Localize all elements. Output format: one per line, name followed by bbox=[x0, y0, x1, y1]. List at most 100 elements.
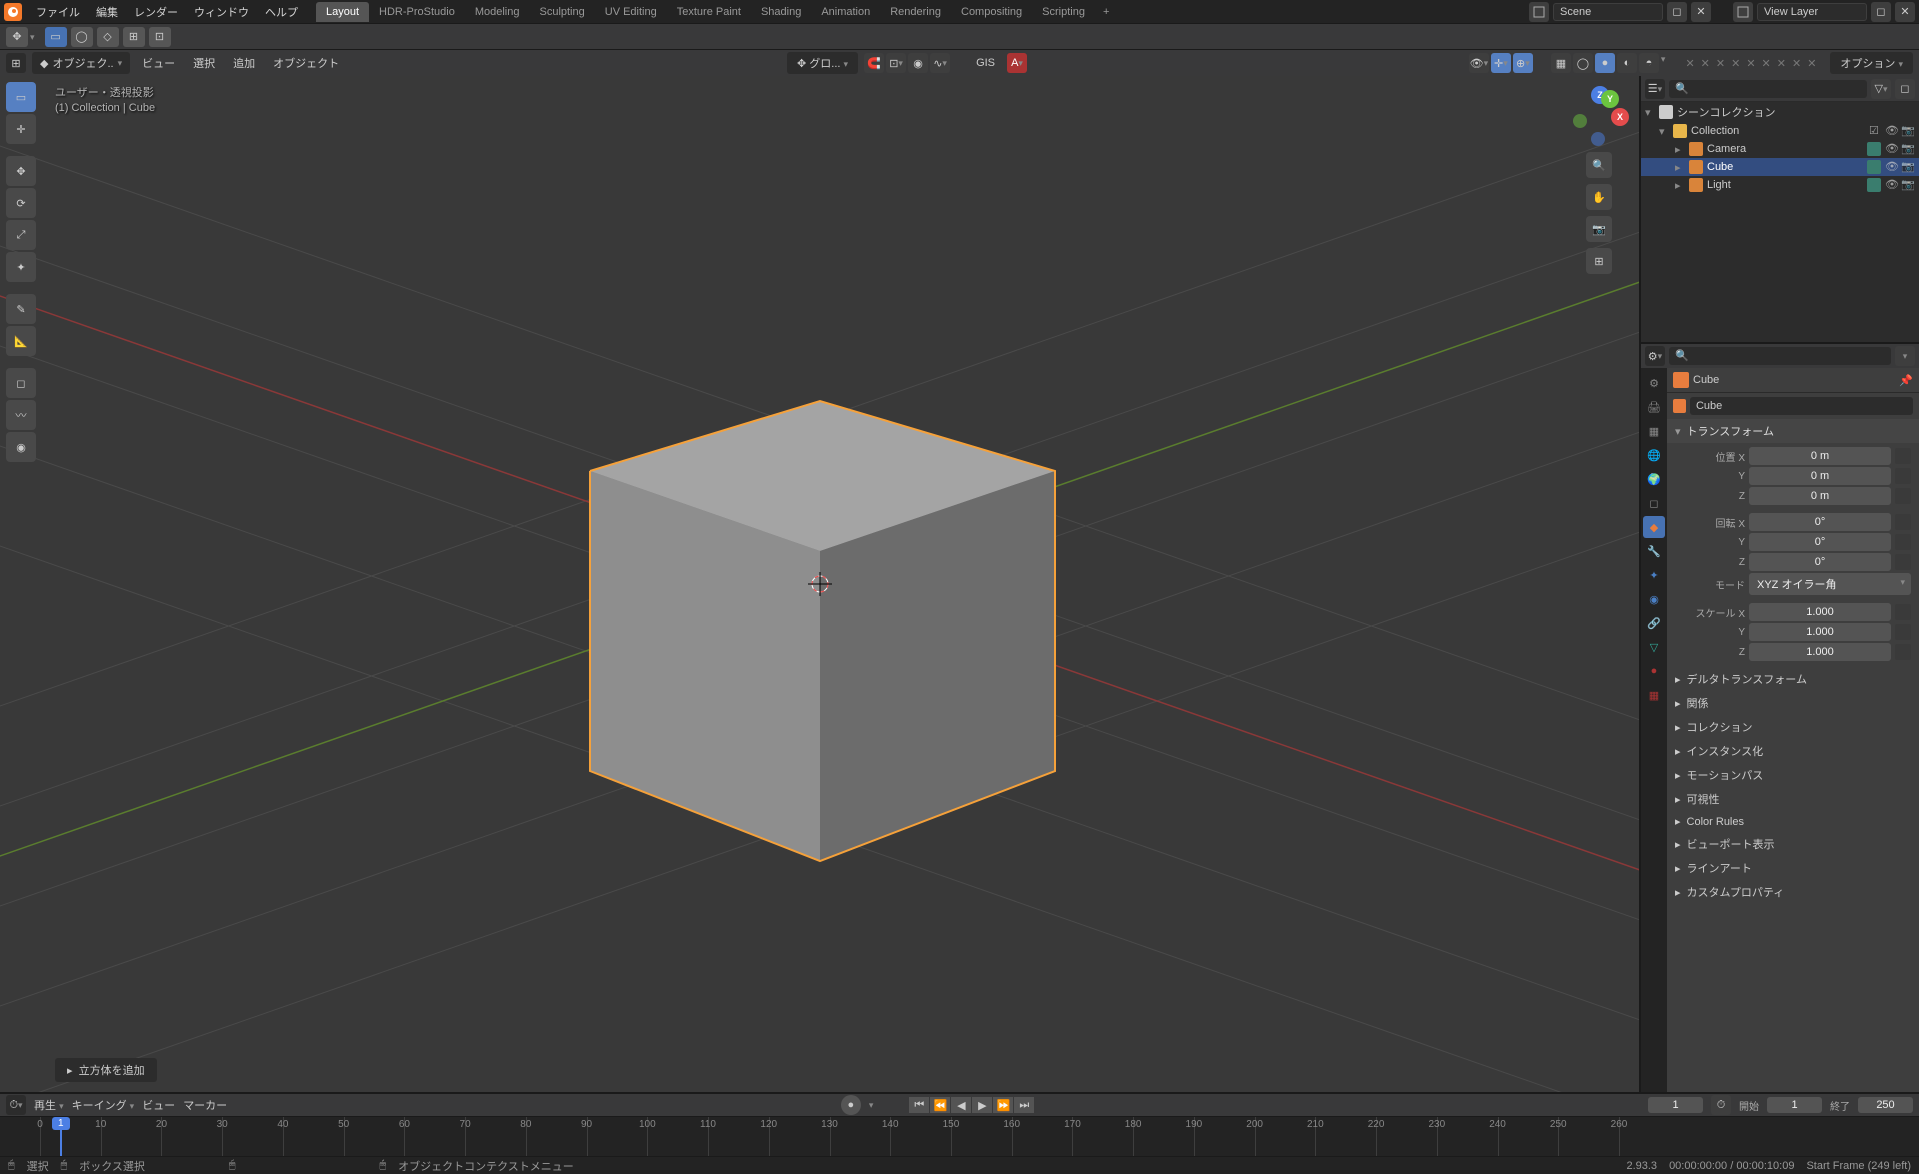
outliner-editor-icon[interactable]: ☰ bbox=[1645, 79, 1665, 99]
close-x-icon[interactable]: ✕ bbox=[1729, 57, 1742, 70]
options-popover[interactable]: オプション bbox=[1830, 52, 1913, 74]
tool-rotate[interactable]: ⟳ bbox=[6, 188, 36, 218]
pan-icon[interactable]: ✋ bbox=[1586, 184, 1612, 210]
outliner-new-collection-icon[interactable]: ◻ bbox=[1895, 79, 1915, 99]
lock-icon[interactable] bbox=[1895, 534, 1911, 550]
scene-name-input[interactable] bbox=[1553, 3, 1663, 21]
zoom-in-icon[interactable]: 🔍 bbox=[1586, 152, 1612, 178]
gizmo-neg-z[interactable] bbox=[1591, 132, 1605, 146]
eye-icon[interactable]: 👁 bbox=[1885, 142, 1899, 156]
tab-scene[interactable]: 🌐 bbox=[1643, 444, 1665, 466]
tool-annotate[interactable]: ✎ bbox=[6, 294, 36, 324]
overlay-visibility-icon[interactable]: ⊕ bbox=[1513, 53, 1533, 73]
viewlayer-delete-icon[interactable]: ✕ bbox=[1895, 2, 1915, 22]
disclosure-icon[interactable]: ▸ bbox=[1675, 161, 1685, 174]
camera-view-icon[interactable]: 📷 bbox=[1586, 216, 1612, 242]
render-icon[interactable]: 📷 bbox=[1901, 178, 1915, 192]
tab-texture[interactable]: ▦ bbox=[1643, 684, 1665, 706]
lock-icon[interactable] bbox=[1895, 488, 1911, 504]
tab-object[interactable]: ◆ bbox=[1643, 516, 1665, 538]
tool-cursor[interactable]: ✛ bbox=[6, 114, 36, 144]
tab-viewlayer[interactable]: ▦ bbox=[1643, 420, 1665, 442]
viewlayer-browse-icon[interactable] bbox=[1733, 2, 1753, 22]
nav-gizmo[interactable]: Z Y X bbox=[1569, 86, 1629, 146]
cursor-dropdown-icon[interactable] bbox=[30, 31, 35, 43]
gizmo-neg-y[interactable] bbox=[1573, 114, 1587, 128]
location-x-input[interactable]: 0 m bbox=[1749, 447, 1891, 465]
jump-next-key-button[interactable]: ⏩ bbox=[993, 1097, 1013, 1113]
timeline-view-menu[interactable]: ビュー bbox=[142, 1097, 175, 1113]
tab-layout[interactable]: Layout bbox=[316, 2, 369, 22]
tab-collection[interactable]: ◻ bbox=[1643, 492, 1665, 514]
tab-world[interactable]: 🌍 bbox=[1643, 468, 1665, 490]
outliner-scene-collection[interactable]: ▾ シーンコレクション bbox=[1641, 102, 1919, 122]
filter-visibility-icon[interactable]: 👁 bbox=[1469, 53, 1489, 73]
panel-visibility[interactable]: ▸可視性 bbox=[1667, 787, 1919, 811]
scale-y-input[interactable]: 1.000 bbox=[1749, 623, 1891, 641]
close-x-icon[interactable]: ✕ bbox=[1790, 57, 1803, 70]
eye-icon[interactable]: 👁 bbox=[1885, 178, 1899, 192]
tab-modeling[interactable]: Modeling bbox=[465, 2, 530, 22]
close-x-icon[interactable]: ✕ bbox=[1683, 57, 1696, 70]
tab-physics[interactable]: ◉ bbox=[1643, 588, 1665, 610]
timeline-track[interactable]: 0102030405060708090100110120130140150160… bbox=[0, 1116, 1919, 1156]
transform-orientation[interactable]: ✥ グロ... bbox=[787, 52, 858, 74]
close-x-icon[interactable]: ✕ bbox=[1714, 57, 1727, 70]
gizmo-x-axis[interactable]: X bbox=[1611, 108, 1629, 126]
panel-instancing[interactable]: ▸インスタンス化 bbox=[1667, 739, 1919, 763]
panel-color-rules[interactable]: ▸Color Rules bbox=[1667, 811, 1919, 832]
scene-delete-icon[interactable]: ✕ bbox=[1691, 2, 1711, 22]
lock-icon[interactable] bbox=[1895, 604, 1911, 620]
location-y-input[interactable]: 0 m bbox=[1749, 467, 1891, 485]
tab-constraint[interactable]: 🔗 bbox=[1643, 612, 1665, 634]
tool-scale[interactable]: ⤢ bbox=[6, 220, 36, 250]
tool-move[interactable]: ✥ bbox=[6, 156, 36, 186]
location-z-input[interactable]: 0 m bbox=[1749, 487, 1891, 505]
play-reverse-button[interactable]: ◀ bbox=[951, 1097, 971, 1113]
rotation-mode-select[interactable]: XYZ オイラー角 bbox=[1749, 573, 1911, 595]
header-view[interactable]: ビュー bbox=[136, 52, 181, 74]
tab-mesh[interactable]: ▽ bbox=[1643, 636, 1665, 658]
eye-icon[interactable]: 👁 bbox=[1885, 160, 1899, 174]
close-x-icon[interactable]: ✕ bbox=[1775, 57, 1788, 70]
disclosure-icon[interactable]: ▸ bbox=[1675, 179, 1685, 192]
play-button[interactable]: ▶ bbox=[972, 1097, 992, 1113]
tab-output[interactable]: 🖨 bbox=[1643, 396, 1665, 418]
panel-motion-paths[interactable]: ▸モーションパス bbox=[1667, 763, 1919, 787]
tab-material[interactable]: ● bbox=[1643, 660, 1665, 682]
jump-start-button[interactable]: ⏮ bbox=[909, 1097, 929, 1113]
header-object[interactable]: オブジェクト bbox=[267, 52, 345, 74]
tool-add-cube[interactable]: ◻ bbox=[6, 368, 36, 398]
timeline-keying-menu[interactable]: キーイング bbox=[72, 1097, 135, 1113]
frame-lock-icon[interactable]: ⏱ bbox=[1711, 1095, 1731, 1115]
scene-browse-icon[interactable] bbox=[1529, 2, 1549, 22]
render-icon[interactable]: 📷 bbox=[1901, 142, 1915, 156]
eye-icon[interactable]: 👁 bbox=[1885, 124, 1899, 138]
outliner-tree[interactable]: ▾ シーンコレクション ▾ Collection ☑👁📷 ▸ Camera 👁📷… bbox=[1641, 102, 1919, 342]
select-lasso-icon[interactable]: ◇ bbox=[97, 27, 119, 47]
operator-redo-panel[interactable]: ▸ 立方体を追加 bbox=[55, 1058, 157, 1082]
tab-rendering[interactable]: Rendering bbox=[880, 2, 951, 22]
render-icon[interactable]: 📷 bbox=[1901, 124, 1915, 138]
rotation-z-input[interactable]: 0° bbox=[1749, 553, 1891, 571]
tool-extra-2[interactable]: ◉ bbox=[6, 432, 36, 462]
pin-icon[interactable]: 📌 bbox=[1899, 374, 1913, 387]
tab-compositing[interactable]: Compositing bbox=[951, 2, 1032, 22]
playhead[interactable]: 1 bbox=[60, 1117, 62, 1156]
scale-z-input[interactable]: 1.000 bbox=[1749, 643, 1891, 661]
scene-new-icon[interactable]: ◻ bbox=[1667, 2, 1687, 22]
lock-icon[interactable] bbox=[1895, 468, 1911, 484]
tab-animation[interactable]: Animation bbox=[811, 2, 880, 22]
viewlayer-name-input[interactable] bbox=[1757, 3, 1867, 21]
cube-object[interactable] bbox=[590, 401, 1055, 861]
panel-transform-header[interactable]: ▾トランスフォーム bbox=[1667, 419, 1919, 443]
shading-dropdown-icon[interactable] bbox=[1661, 53, 1666, 73]
outliner-item-camera[interactable]: ▸ Camera 👁📷 bbox=[1641, 140, 1919, 158]
mode-selector[interactable]: ◆ オブジェク.. bbox=[32, 52, 130, 74]
header-select[interactable]: 選択 bbox=[187, 52, 221, 74]
tab-modifier[interactable]: 🔧 bbox=[1643, 540, 1665, 562]
timeline-marker-menu[interactable]: マーカー bbox=[183, 1097, 227, 1113]
properties-pin-icon[interactable] bbox=[1895, 346, 1915, 366]
header-add[interactable]: 追加 bbox=[227, 52, 261, 74]
perspective-toggle-icon[interactable]: ⊞ bbox=[1586, 248, 1612, 274]
